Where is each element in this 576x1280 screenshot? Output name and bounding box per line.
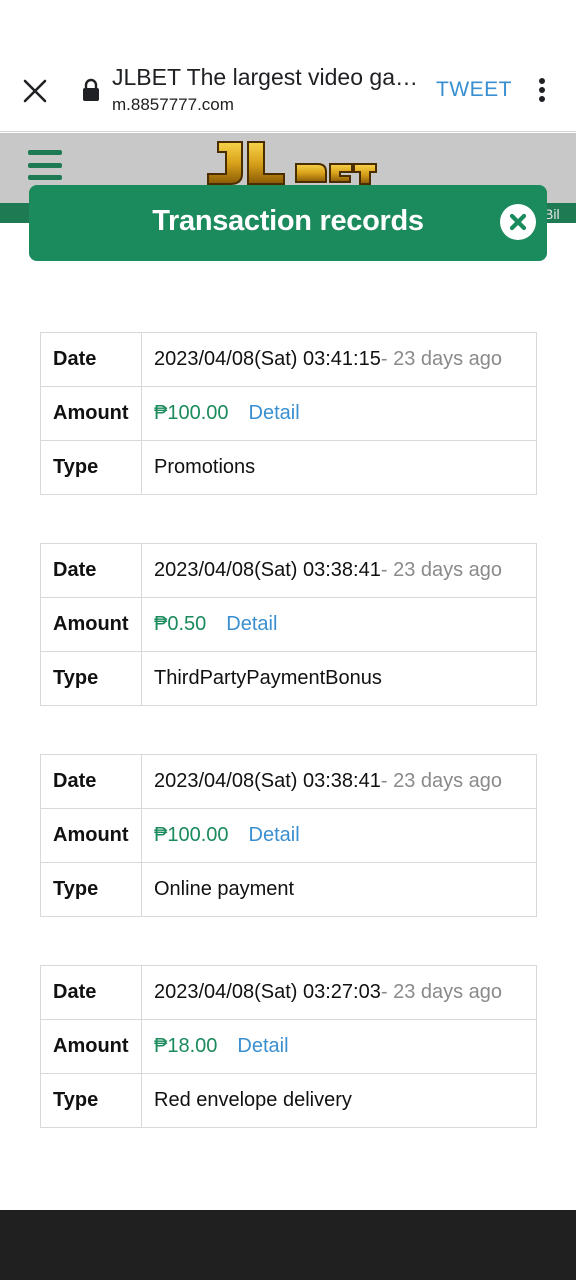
type-row: Type ThirdPartyPaymentBonus (40, 651, 537, 706)
modal-close-icon[interactable] (500, 204, 536, 240)
page-url: m.8857777.com (112, 95, 234, 114)
amount-row: Amount ₱18.00 Detail (40, 1019, 537, 1074)
type-row: Type Promotions (40, 440, 537, 495)
date-row: Date 2023/04/08(Sat) 03:38:41- 23 days a… (40, 754, 537, 809)
date-label: Date (40, 543, 142, 598)
lock-icon (80, 78, 102, 102)
transaction-record: Date 2023/04/08(Sat) 03:38:41- 23 days a… (40, 754, 537, 917)
page-title: JLBET The largest video ga… (112, 64, 418, 90)
type-row: Type Online payment (40, 862, 537, 917)
hamburger-menu-icon[interactable] (28, 150, 62, 180)
detail-link[interactable]: Detail (249, 824, 300, 846)
modal-header: Transaction records (29, 185, 547, 261)
date-label: Date (40, 332, 142, 387)
browser-toolbar: JLBET The largest video ga… m.8857777.co… (0, 0, 576, 132)
relative-time: - 23 days ago (380, 981, 503, 1003)
type-row: Type Red envelope delivery (40, 1073, 537, 1128)
amount-value: ₱100.00 Detail (141, 386, 537, 441)
amount-row: Amount ₱100.00 Detail (40, 386, 537, 441)
date-value: 2023/04/08(Sat) 03:38:41- 23 days ago (141, 543, 537, 598)
tweet-button[interactable]: TWEET (436, 78, 512, 102)
relative-time: - 23 days ago (380, 770, 503, 792)
amount-row: Amount ₱100.00 Detail (40, 808, 537, 863)
detail-link[interactable]: Detail (249, 402, 300, 424)
site-logo (200, 134, 380, 190)
date-label: Date (40, 754, 142, 809)
date-text: 2023/04/08(Sat) 03:38:41 (154, 770, 381, 792)
amount-label: Amount (40, 386, 142, 441)
amount-text: ₱0.50 (154, 613, 207, 635)
transaction-records-list: Date 2023/04/08(Sat) 03:41:15- 23 days a… (40, 332, 537, 1176)
close-icon[interactable] (16, 72, 54, 110)
type-label: Type (40, 1073, 142, 1128)
amount-text: ₱100.00 (154, 824, 229, 846)
amount-label: Amount (40, 1019, 142, 1074)
date-text: 2023/04/08(Sat) 03:27:03 (154, 981, 381, 1003)
amount-row: Amount ₱0.50 Detail (40, 597, 537, 652)
detail-link[interactable]: Detail (237, 1035, 288, 1057)
more-options-icon[interactable] (528, 74, 556, 106)
date-row: Date 2023/04/08(Sat) 03:27:03- 23 days a… (40, 965, 537, 1020)
date-value: 2023/04/08(Sat) 03:38:41- 23 days ago (141, 754, 537, 809)
type-value: ThirdPartyPaymentBonus (141, 651, 537, 706)
transaction-record: Date 2023/04/08(Sat) 03:27:03- 23 days a… (40, 965, 537, 1128)
transaction-record: Date 2023/04/08(Sat) 03:38:41- 23 days a… (40, 543, 537, 706)
date-value: 2023/04/08(Sat) 03:27:03- 23 days ago (141, 965, 537, 1020)
type-value: Promotions (141, 440, 537, 495)
amount-label: Amount (40, 597, 142, 652)
date-row: Date 2023/04/08(Sat) 03:41:15- 23 days a… (40, 332, 537, 387)
type-label: Type (40, 862, 142, 917)
relative-time: - 23 days ago (380, 559, 503, 581)
type-value: Online payment (141, 862, 537, 917)
type-value: Red envelope delivery (141, 1073, 537, 1128)
amount-value: ₱0.50 Detail (141, 597, 537, 652)
type-label: Type (40, 651, 142, 706)
system-navigation-bar (0, 1210, 576, 1280)
date-row: Date 2023/04/08(Sat) 03:38:41- 23 days a… (40, 543, 537, 598)
date-value: 2023/04/08(Sat) 03:41:15- 23 days ago (141, 332, 537, 387)
amount-value: ₱100.00 Detail (141, 808, 537, 863)
modal-title: Transaction records (152, 205, 424, 237)
amount-text: ₱18.00 (154, 1035, 218, 1057)
detail-link[interactable]: Detail (226, 613, 277, 635)
amount-text: ₱100.00 (154, 402, 229, 424)
transaction-record: Date 2023/04/08(Sat) 03:41:15- 23 days a… (40, 332, 537, 495)
amount-label: Amount (40, 808, 142, 863)
relative-time: - 23 days ago (380, 348, 503, 370)
date-text: 2023/04/08(Sat) 03:38:41 (154, 559, 381, 581)
type-label: Type (40, 440, 142, 495)
date-label: Date (40, 965, 142, 1020)
date-text: 2023/04/08(Sat) 03:41:15 (154, 348, 381, 370)
amount-value: ₱18.00 Detail (141, 1019, 537, 1074)
